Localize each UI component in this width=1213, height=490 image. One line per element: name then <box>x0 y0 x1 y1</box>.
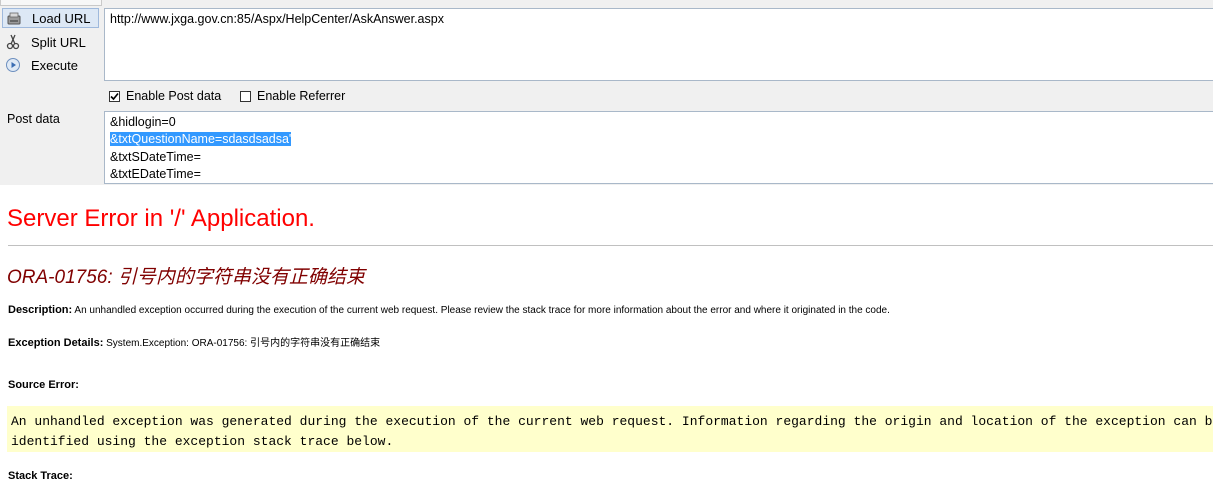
tab-strip <box>0 0 102 6</box>
url-input[interactable]: http://www.jxga.gov.cn:85/Aspx/HelpCente… <box>104 8 1213 81</box>
execute-label: Execute <box>31 57 78 73</box>
error-heading: ORA-01756: 引号内的字符串没有正确结束 <box>7 267 365 288</box>
page-title: Server Error in '/' Application. <box>7 205 315 232</box>
post-data-line: &hidlogin=0 <box>110 115 176 129</box>
execute-button[interactable]: Execute <box>2 55 99 75</box>
source-error-line: identified using the exception stack tra… <box>11 434 394 449</box>
post-data-line: &txtEDateTime= <box>110 166 201 181</box>
split-url-label: Split URL <box>31 34 86 50</box>
exception-text: System.Exception: ORA-01756: 引号内的字符串没有正确… <box>106 338 381 349</box>
split-url-button[interactable]: Split URL <box>2 32 99 52</box>
checkbox-checked-icon <box>109 90 120 102</box>
checkbox-unchecked-icon <box>240 90 251 102</box>
scissors-icon <box>5 34 21 50</box>
exception-details: Exception Details: System.Exception: ORA… <box>8 334 380 349</box>
load-url-label: Load URL <box>32 10 91 26</box>
stack-trace-label: Stack Trace: <box>8 470 73 482</box>
description: Description: An unhandled exception occu… <box>8 304 890 316</box>
exception-label: Exception Details: <box>8 337 104 349</box>
post-data-label: Post data <box>7 112 60 126</box>
post-data-line-selected: &txtQuestionName=sdasdsadsa' <box>110 132 292 147</box>
divider <box>8 245 1213 246</box>
enable-referrer-label: Enable Referrer <box>257 89 346 103</box>
play-icon <box>5 57 21 73</box>
source-error-line: An unhandled exception was generated dur… <box>11 414 1213 429</box>
post-data-line: &txtSDateTime= <box>110 149 201 164</box>
source-error-label: Source Error: <box>8 379 79 391</box>
enable-post-data-checkbox[interactable]: Enable Post data <box>109 89 221 103</box>
post-data-textarea[interactable]: &hidlogin=0 &txtQuestionName=sdasdsadsa'… <box>104 111 1213 184</box>
enable-post-data-label: Enable Post data <box>126 89 222 103</box>
enable-referrer-checkbox[interactable]: Enable Referrer <box>240 89 345 103</box>
load-url-icon <box>6 10 22 26</box>
description-label: Description: <box>8 304 73 316</box>
description-text: An unhandled exception occurred during t… <box>74 305 890 316</box>
source-error-box: An unhandled exception was generated dur… <box>7 406 1213 452</box>
load-url-button[interactable]: Load URL <box>2 8 99 28</box>
hackbar-panel: Load URL Split URL Execute http://www.jx… <box>0 0 1213 185</box>
